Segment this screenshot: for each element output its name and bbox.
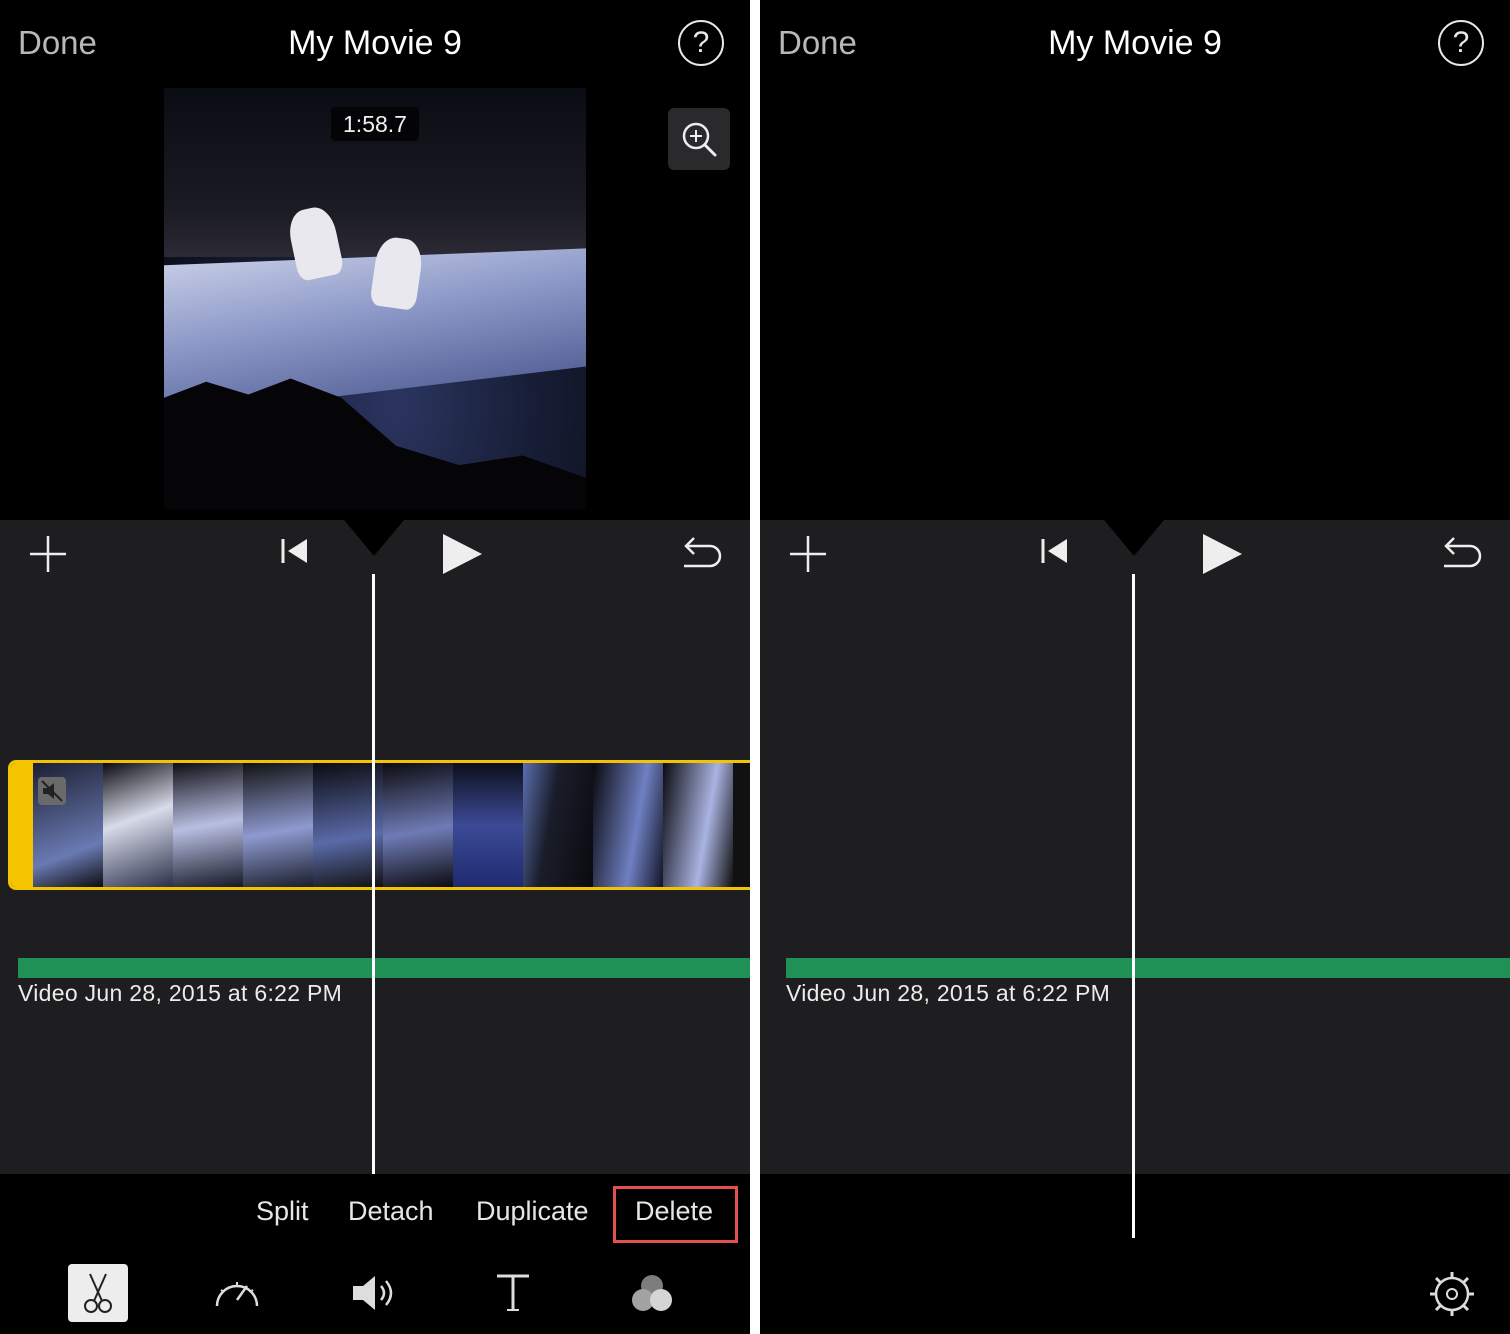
play-button[interactable] <box>1200 532 1244 581</box>
clip-filmstrip <box>33 763 750 887</box>
clip-frame <box>593 763 663 887</box>
split-button[interactable]: Split <box>256 1196 309 1227</box>
left-screen: Done My Movie 9 ? 1:58.7 Video Jun 28, 2… <box>0 0 750 1334</box>
timeline[interactable]: Video Jun 28, 2015 at 6:22 PM <box>0 520 750 1174</box>
help-button[interactable]: ? <box>678 20 724 66</box>
filters-icon <box>632 1275 672 1311</box>
project-settings-button[interactable] <box>1428 1270 1476 1323</box>
playhead-line <box>1132 574 1135 1238</box>
clip-frame <box>663 763 733 887</box>
settings-gear-icon <box>1430 1272 1474 1316</box>
tool-titles[interactable] <box>483 1264 543 1322</box>
clip-trim-handle[interactable] <box>11 763 33 887</box>
zoom-in-icon <box>682 122 717 157</box>
delete-highlight-box <box>613 1186 738 1243</box>
project-title: My Movie 9 <box>288 24 462 62</box>
playhead-pointer <box>1104 520 1164 556</box>
clip-frame <box>173 763 243 887</box>
clip-frame <box>453 763 523 887</box>
skip-to-start-button[interactable] <box>1040 536 1070 571</box>
plus-icon <box>790 536 826 572</box>
help-button[interactable]: ? <box>1438 20 1484 66</box>
zoom-button[interactable] <box>668 108 730 170</box>
play-icon <box>1203 534 1242 574</box>
nav-bar: Done My Movie 9 ? <box>0 0 750 90</box>
undo-icon <box>1444 537 1482 568</box>
volume-icon <box>353 1276 393 1310</box>
tool-filters[interactable] <box>622 1264 682 1322</box>
text-icon <box>497 1274 529 1311</box>
project-title: My Movie 9 <box>1048 24 1222 62</box>
scissors-icon <box>84 1273 112 1313</box>
clip-action-bar: Split Detach Duplicate Delete <box>0 1174 750 1254</box>
skip-to-start-icon <box>1041 539 1067 563</box>
audio-track[interactable] <box>18 958 750 978</box>
tool-speed[interactable] <box>207 1264 267 1322</box>
undo-icon <box>684 537 722 568</box>
video-preview[interactable] <box>164 88 586 510</box>
video-viewer <box>760 90 1510 520</box>
detach-button[interactable]: Detach <box>348 1196 434 1227</box>
inspector-toolbar <box>0 1254 750 1334</box>
skip-to-start-icon <box>281 539 307 563</box>
playhead-line <box>372 574 375 1174</box>
speed-icon <box>215 1282 259 1307</box>
play-button[interactable] <box>440 532 484 581</box>
tool-volume[interactable] <box>345 1264 405 1322</box>
undo-button[interactable] <box>1440 534 1484 579</box>
clip-frame <box>383 763 453 887</box>
video-clip[interactable] <box>8 760 750 890</box>
clip-frame <box>243 763 313 887</box>
video-viewer: 1:58.7 <box>0 88 750 520</box>
plus-icon <box>30 536 66 572</box>
add-media-button[interactable] <box>28 534 68 579</box>
mute-icon <box>41 780 63 802</box>
right-screen: Done My Movie 9 ? Video Jun 28, 2015 at … <box>760 0 1510 1334</box>
clip-frame <box>523 763 593 887</box>
playhead-timecode: 1:58.7 <box>331 107 419 141</box>
playhead-pointer <box>344 520 404 556</box>
audio-track-label: Video Jun 28, 2015 at 6:22 PM <box>18 980 343 1006</box>
bottom-bar <box>760 1254 1510 1334</box>
undo-button[interactable] <box>680 534 724 579</box>
tool-actions[interactable] <box>68 1264 128 1322</box>
skip-to-start-button[interactable] <box>280 536 310 571</box>
nav-bar: Done My Movie 9 ? <box>760 0 1510 90</box>
play-icon <box>443 534 482 574</box>
duplicate-button[interactable]: Duplicate <box>476 1196 589 1227</box>
clip-frame <box>103 763 173 887</box>
audio-track-label: Video Jun 28, 2015 at 6:22 PM <box>786 980 1111 1006</box>
add-media-button[interactable] <box>788 534 828 579</box>
timeline[interactable]: Video Jun 28, 2015 at 6:22 PM <box>760 520 1510 1238</box>
clip-mute-badge <box>38 777 66 805</box>
audio-track[interactable] <box>786 958 1510 978</box>
